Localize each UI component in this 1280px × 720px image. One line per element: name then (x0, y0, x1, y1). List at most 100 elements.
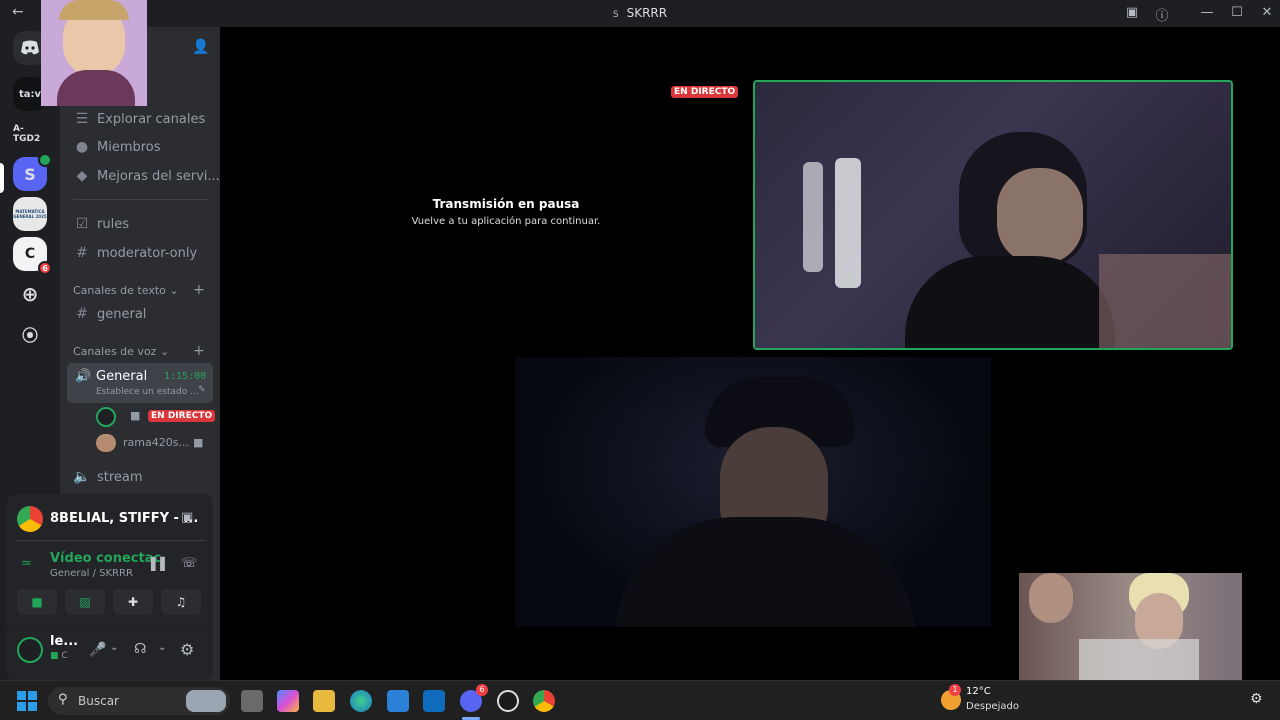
live-badge: EN DIRECTO (671, 86, 739, 98)
category-voice-channels[interactable]: Canales de voz ⌄ + (73, 343, 205, 359)
chevron-down-icon: ⌄ (159, 345, 170, 358)
discover-icon[interactable]: ⦿ (13, 317, 47, 351)
inbox-icon[interactable]: ▣ (1124, 5, 1140, 20)
noise-suppression-icon[interactable]: ▌▌ (151, 557, 169, 571)
chrome-taskbar-icon[interactable] (533, 690, 555, 712)
taskbar-search[interactable]: ⚲ Buscar (48, 687, 230, 715)
notifications-icon[interactable]: ⚙ (1250, 691, 1263, 707)
video-location[interactable]: General / SKRRR (50, 568, 133, 579)
soundboard-button[interactable]: ♫ (161, 589, 201, 615)
video-content (803, 162, 823, 272)
video-content (615, 517, 915, 627)
disconnect-icon[interactable]: ☏ (181, 556, 197, 571)
divider (15, 540, 205, 541)
call-timer: 1:15:00 (164, 371, 207, 382)
minimize-icon[interactable]: — (1199, 5, 1215, 20)
voice-user-name[interactable]: rama420s... (123, 436, 189, 449)
activity-title[interactable]: 8BELIAL, STIFFY - ... (50, 511, 198, 526)
browse-channels-icon: ☰ (75, 111, 89, 127)
browse-channels[interactable]: ☰ Explorar canales (73, 111, 206, 127)
settings-gear-icon[interactable]: ⚙ (180, 640, 194, 659)
overlay-avatar-image (41, 0, 147, 106)
server-atgd2[interactable]: A-TGD2 (13, 117, 47, 151)
members[interactable]: ● Miembros (73, 139, 161, 155)
task-view-icon[interactable] (241, 690, 263, 712)
search-icon: ⚲ (58, 692, 68, 707)
video-tile-speaking[interactable] (753, 80, 1233, 350)
copilot-icon[interactable] (277, 690, 299, 712)
video-content (1029, 573, 1073, 623)
microsoft-store-icon[interactable] (387, 690, 409, 712)
user-avatar[interactable] (17, 637, 43, 663)
file-explorer-icon[interactable] (313, 690, 335, 712)
chrome-icon (17, 506, 43, 532)
headphones-icon[interactable]: ☊ (134, 641, 146, 657)
video-activity-icon (38, 153, 52, 167)
app-icon[interactable] (497, 690, 519, 712)
server-c[interactable]: C 6 (13, 237, 52, 275)
speaker-icon: 🔈 (73, 469, 91, 485)
help-icon[interactable]: ⓘ (1154, 5, 1170, 24)
hash-icon: # (76, 245, 88, 261)
camera-button[interactable]: ■ (17, 589, 57, 615)
hash-icon: # (76, 306, 88, 322)
search-highlight-icon (186, 690, 226, 712)
status-hint[interactable]: Establece un estado ... (96, 387, 199, 397)
voice-channel-general[interactable]: 🔊 General 1:15:00 Establece un estado ..… (67, 363, 213, 403)
picture-in-picture-video[interactable] (1019, 573, 1242, 680)
activities-button[interactable]: ✚ (113, 589, 153, 615)
windows-taskbar: ⚲ Buscar 6 1 12°C Despejado ⚙ (0, 680, 1280, 720)
avatar[interactable] (96, 407, 116, 427)
caricature-hair (59, 0, 129, 20)
chevron-down-icon[interactable]: ⌄ (110, 642, 118, 653)
channel-general[interactable]: # general (73, 306, 146, 322)
windows-start-icon[interactable] (17, 691, 37, 711)
edge-icon[interactable] (350, 690, 372, 712)
microphone-icon[interactable]: 🎤 (89, 642, 106, 658)
weather-temp[interactable]: 12°C (966, 686, 991, 697)
screen-share-button[interactable]: ▨ (65, 589, 105, 615)
user-panel: 8BELIAL, STIFFY - ... ▣ ≃ Vídeo conectac… (7, 494, 213, 680)
status-icon: ■ (50, 651, 59, 661)
speaker-icon: 🔊 (75, 369, 92, 384)
soundboard-icon: ♫ (175, 595, 187, 609)
video-tile[interactable] (515, 357, 991, 627)
close-icon[interactable]: ✕ (1259, 5, 1275, 20)
server-boost-icon: ◆ (76, 168, 88, 184)
discord-taskbar-icon[interactable]: 6 (460, 684, 488, 712)
pencil-icon[interactable]: ✎ (198, 385, 206, 395)
server-matematica[interactable]: MATEMATICA GENERAL 2025 (13, 197, 47, 231)
rules-icon: ☑ (75, 216, 89, 232)
server-boosts[interactable]: ◆ Mejoras del servi... (73, 168, 220, 184)
chevron-down-icon: ⌄ (169, 284, 179, 297)
add-channel-icon[interactable]: + (193, 343, 205, 359)
server-title-icon: S (612, 10, 619, 20)
paused-stream-tile[interactable]: Transmisión en pausa Vuelve a tu aplicac… (370, 197, 642, 227)
server-s[interactable]: S (13, 153, 52, 191)
weather-description[interactable]: Despejado (966, 701, 1019, 712)
weather-moon-icon: 1 (941, 684, 961, 710)
live-badge: EN DIRECTO (148, 410, 216, 422)
camera-icon: ■ (31, 595, 43, 609)
invite-people-icon[interactable]: 👤 (192, 39, 209, 55)
category-text-channels[interactable]: Canales de texto ⌄ + (73, 282, 205, 298)
paused-title: Transmisión en pausa (432, 197, 580, 211)
video-content (835, 158, 861, 288)
mail-icon[interactable] (423, 690, 445, 712)
stop-stream-icon[interactable]: ▣ (181, 510, 193, 525)
voice-channel-stream[interactable]: 🔈 stream (73, 469, 142, 485)
divider (73, 199, 209, 200)
video-status[interactable]: Vídeo conectac (50, 551, 161, 566)
connection-signal-icon: ≃ (21, 556, 32, 571)
avatar[interactable] (96, 434, 116, 452)
chevron-down-icon[interactable]: ⌄ (158, 642, 166, 653)
search-placeholder: Buscar (78, 694, 119, 708)
channel-moderator-only[interactable]: # moderator-only (73, 245, 197, 261)
mention-badge: 6 (38, 261, 52, 275)
username[interactable]: le... (50, 634, 78, 649)
add-channel-icon[interactable]: + (193, 282, 205, 298)
channel-rules[interactable]: ☑ rules (73, 216, 129, 232)
add-server-icon[interactable]: ⊕ (13, 277, 47, 311)
video-content (1079, 639, 1199, 680)
maximize-icon[interactable]: ☐ (1229, 5, 1245, 20)
